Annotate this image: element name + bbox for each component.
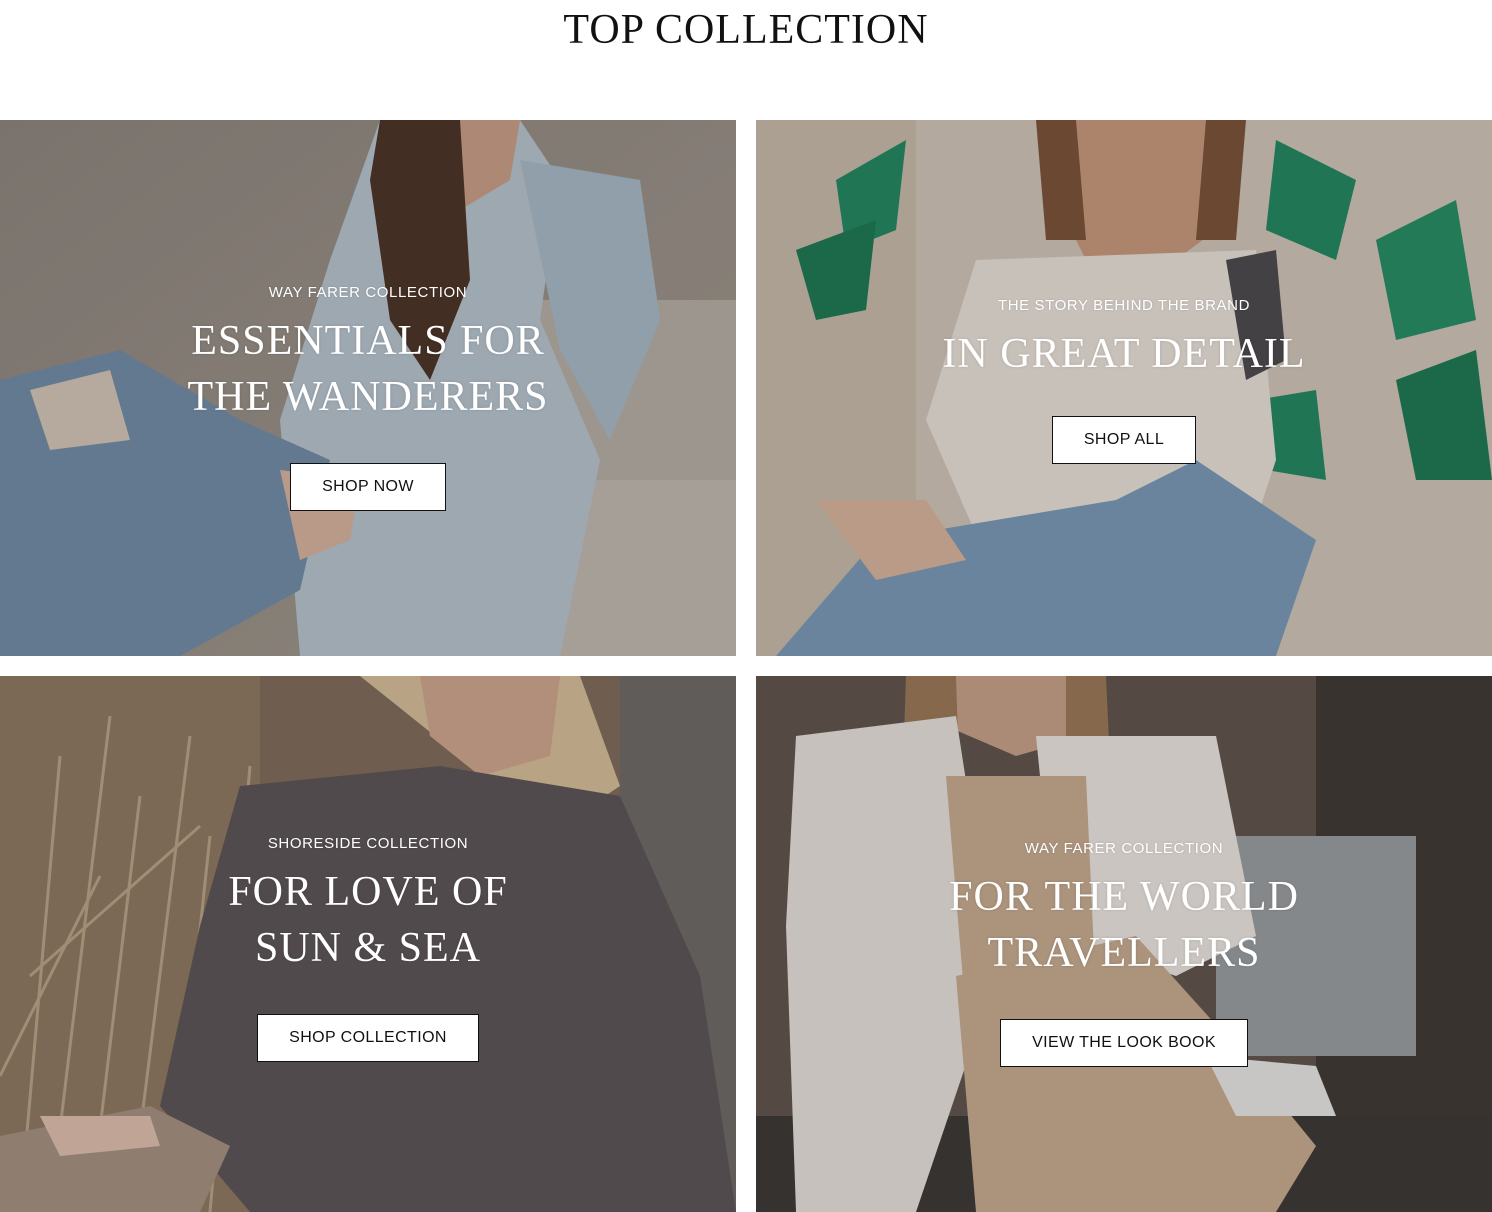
collection-card-essentials[interactable]: WAY FARER COLLECTION ESSENTIALS FOR THE … — [0, 120, 736, 656]
section-title: TOP COLLECTION — [563, 7, 929, 53]
view-look-book-button[interactable]: VIEW THE LOOK BOOK — [1000, 1019, 1248, 1067]
shop-all-button[interactable]: SHOP ALL — [1051, 416, 1197, 464]
collection-card-great-detail[interactable]: THE STORY BEHIND THE BRAND IN GREAT DETA… — [756, 120, 1492, 656]
card-eyebrow: THE STORY BEHIND THE BRAND — [997, 297, 1251, 314]
card-headline: ESSENTIALS FOR THE WANDERERS — [187, 318, 549, 420]
card-content: THE STORY BEHIND THE BRAND IN GREAT DETA… — [756, 297, 1492, 464]
shop-collection-button[interactable]: SHOP COLLECTION — [257, 1014, 479, 1062]
card-eyebrow: WAY FARER COLLECTION — [1024, 840, 1224, 857]
card-content: SHORESIDE COLLECTION FOR LOVE OF SUN & S… — [0, 835, 736, 1062]
card-headline: FOR LOVE OF SUN & SEA — [228, 869, 508, 971]
card-eyebrow: SHORESIDE COLLECTION — [267, 835, 469, 852]
card-headline: FOR THE WORLD TRAVELLERS — [949, 874, 1299, 976]
collection-card-world-travellers[interactable]: WAY FARER COLLECTION FOR THE WORLD TRAVE… — [756, 676, 1492, 1212]
shop-now-button[interactable]: SHOP NOW — [290, 463, 446, 511]
card-eyebrow: WAY FARER COLLECTION — [268, 284, 468, 301]
collection-card-sun-sea[interactable]: SHORESIDE COLLECTION FOR LOVE OF SUN & S… — [0, 676, 736, 1212]
card-content: WAY FARER COLLECTION ESSENTIALS FOR THE … — [0, 284, 736, 511]
card-content: WAY FARER COLLECTION FOR THE WORLD TRAVE… — [756, 840, 1492, 1067]
card-headline: IN GREAT DETAIL — [942, 331, 1306, 377]
